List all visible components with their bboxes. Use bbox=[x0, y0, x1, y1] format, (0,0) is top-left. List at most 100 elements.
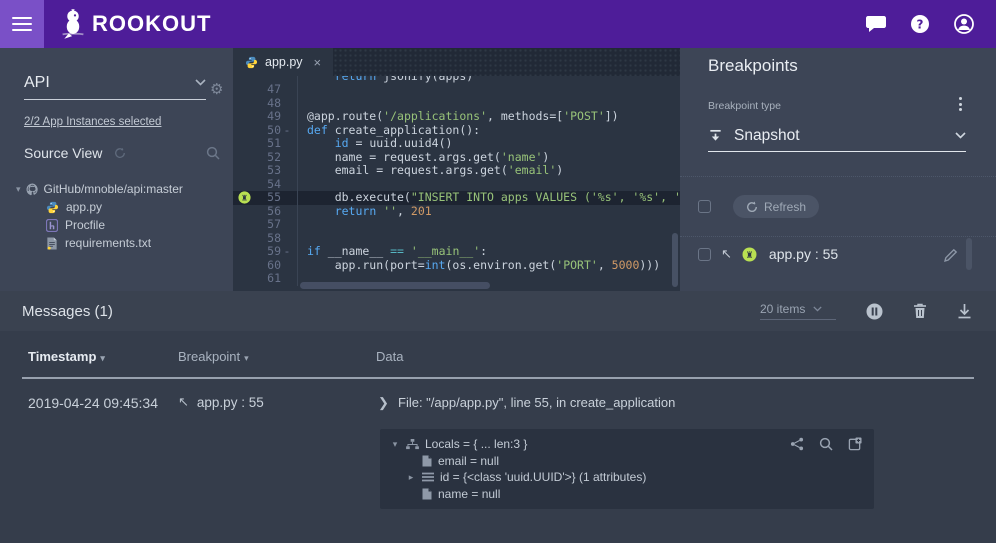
gutter[interactable]: 56 bbox=[233, 205, 297, 219]
help-icon[interactable]: ? bbox=[910, 14, 930, 34]
close-icon[interactable]: × bbox=[314, 55, 322, 70]
breakpoint-marker-icon[interactable]: ♜ bbox=[238, 191, 251, 204]
gutter[interactable]: 49 bbox=[233, 110, 297, 124]
fold-marker[interactable]: - bbox=[281, 245, 293, 259]
gutter[interactable]: 54 bbox=[233, 178, 297, 192]
app-instances-link[interactable]: 2/2 App Instances selected bbox=[24, 116, 161, 128]
vertical-scrollbar[interactable] bbox=[672, 233, 678, 287]
horizontal-scrollbar[interactable] bbox=[300, 282, 490, 289]
pause-icon[interactable] bbox=[866, 303, 883, 320]
search-icon[interactable] bbox=[819, 437, 833, 451]
tree-file-app-py[interactable]: app.py bbox=[0, 198, 233, 216]
tree-root-repo[interactable]: ▾ GitHub/mnoble/api:master bbox=[0, 180, 233, 198]
line-number: 47 bbox=[255, 83, 281, 97]
sort-caret-icon: ▾ bbox=[244, 353, 249, 363]
breakpoints-panel: Breakpoints Breakpoint type Snapshot Ref… bbox=[680, 48, 996, 291]
code-line-55: ♜55 db.execute("INSERT INTO apps VALUES … bbox=[233, 191, 680, 205]
gutter[interactable]: 48 bbox=[233, 97, 297, 111]
gutter[interactable]: 51 bbox=[233, 137, 297, 151]
svg-text:♜: ♜ bbox=[745, 251, 753, 261]
chevron-down-icon bbox=[955, 132, 966, 139]
file-tree: ▾ GitHub/mnoble/api:master app.py Procfil… bbox=[0, 180, 233, 252]
project-select[interactable]: API bbox=[24, 66, 206, 100]
file-name: app.py bbox=[66, 200, 102, 214]
refresh-button[interactable]: Refresh bbox=[733, 195, 819, 218]
gutter[interactable]: 52 bbox=[233, 151, 297, 165]
row-expand-chevron[interactable]: ❯ bbox=[378, 395, 389, 411]
caret-right-icon[interactable]: ▸ bbox=[406, 472, 416, 483]
chat-icon[interactable] bbox=[866, 14, 886, 34]
share-icon[interactable] bbox=[790, 437, 804, 451]
gutter[interactable]: 59- bbox=[233, 245, 297, 259]
search-icon[interactable] bbox=[206, 146, 220, 160]
tree-files: app.py Procfilerequirements.txt bbox=[0, 198, 233, 252]
hamburger-menu-button[interactable] bbox=[0, 0, 44, 48]
profile-icon[interactable] bbox=[954, 14, 974, 34]
gutter[interactable]: 61 bbox=[233, 272, 297, 286]
gutter[interactable]: 50- bbox=[233, 124, 297, 138]
divider bbox=[680, 236, 996, 237]
kebab-menu-icon[interactable] bbox=[955, 93, 966, 115]
fold-marker[interactable]: - bbox=[281, 124, 293, 138]
gutter[interactable]: 53 bbox=[233, 164, 297, 178]
caret-down-icon: ▾ bbox=[16, 184, 21, 195]
edit-pencil-icon[interactable] bbox=[943, 248, 958, 263]
gutter[interactable]: 60 bbox=[233, 259, 297, 273]
code-line-52: 52 name = request.args.get('name') bbox=[233, 151, 680, 165]
rookout-app: ROOKOUT ? API ⚙ 2/2 App Instances bbox=[0, 0, 996, 543]
locals-row-text: id = {<class 'uuid.UUID'>} (1 attributes… bbox=[440, 470, 646, 484]
gutter[interactable]: 57 bbox=[233, 218, 297, 232]
expand-view-icon[interactable] bbox=[848, 437, 862, 451]
column-timestamp-sort[interactable]: Timestamp▾ bbox=[28, 349, 105, 364]
refresh-icon[interactable] bbox=[114, 147, 126, 159]
column-breakpoint-sort[interactable]: Breakpoint▾ bbox=[178, 349, 249, 364]
panel-scrollbar[interactable] bbox=[966, 238, 972, 270]
code-text: if __name__ == '__main__': bbox=[297, 245, 680, 259]
tree-file-requirements-txt[interactable]: requirements.txt bbox=[0, 234, 233, 252]
snapshot-icon bbox=[708, 128, 723, 143]
gutter[interactable] bbox=[233, 76, 297, 83]
code-text: @app.route('/applications', methods=['PO… bbox=[297, 110, 680, 124]
refresh-row: Refresh bbox=[698, 195, 819, 218]
tab-app-py[interactable]: app.py × bbox=[233, 48, 333, 76]
breakpoint-type-select[interactable]: Snapshot bbox=[708, 120, 966, 152]
line-number: 60 bbox=[255, 259, 281, 273]
gutter[interactable]: 58 bbox=[233, 232, 297, 246]
select-all-checkbox[interactable] bbox=[698, 200, 711, 213]
sitemap-icon bbox=[406, 439, 419, 450]
rookout-bird-icon bbox=[60, 8, 86, 40]
download-icon[interactable] bbox=[957, 303, 972, 319]
sidebar: API ⚙ 2/2 App Instances selected Source … bbox=[0, 48, 233, 291]
locals-row[interactable]: name = null bbox=[390, 486, 864, 503]
doc-icon bbox=[422, 455, 432, 467]
chevron-down-icon bbox=[813, 306, 822, 312]
breakpoint-list-item[interactable]: ↖ ♜ app.py : 55 bbox=[698, 246, 978, 262]
line-number: 55 bbox=[255, 191, 281, 205]
trash-icon[interactable] bbox=[913, 303, 927, 319]
code-line-49: 49@app.route('/applications', methods=['… bbox=[233, 110, 680, 124]
line-number: 52 bbox=[255, 151, 281, 165]
code-line: return jsonify(apps) bbox=[233, 76, 680, 83]
locals-row-text: email = null bbox=[438, 454, 499, 468]
code-text: def create_application(): bbox=[297, 124, 680, 138]
messages-section: Messages (1) 20 items bbox=[0, 291, 996, 543]
gutter[interactable]: 47 bbox=[233, 83, 297, 97]
line-number: 58 bbox=[255, 232, 281, 246]
items-per-page-select[interactable]: 20 items bbox=[760, 302, 836, 320]
tree-file-Procfile[interactable]: Procfile bbox=[0, 216, 233, 234]
locals-row[interactable]: email = null bbox=[390, 453, 864, 470]
code-text bbox=[297, 97, 680, 111]
locals-row[interactable]: ▸ id = {<class 'uuid.UUID'>} (1 attribute… bbox=[390, 469, 864, 486]
breakpoint-checkbox[interactable] bbox=[698, 248, 711, 261]
gutter[interactable]: ♜ 55 bbox=[233, 191, 297, 205]
message-row[interactable]: 2019-04-24 09:45:34 ↖ app.py : 55 ❯ File… bbox=[0, 391, 996, 417]
code-text: return jsonify(apps) bbox=[297, 76, 680, 83]
code-text: name = request.args.get('name') bbox=[297, 151, 680, 165]
caret-down-icon[interactable]: ▾ bbox=[390, 439, 400, 450]
breakpoints-title: Breakpoints bbox=[708, 56, 798, 76]
line-number: 50 bbox=[255, 124, 281, 138]
messages-header: Messages (1) 20 items bbox=[0, 291, 996, 331]
gear-icon[interactable]: ⚙ bbox=[210, 80, 223, 98]
line-number: 48 bbox=[255, 97, 281, 111]
line-number: 53 bbox=[255, 164, 281, 178]
